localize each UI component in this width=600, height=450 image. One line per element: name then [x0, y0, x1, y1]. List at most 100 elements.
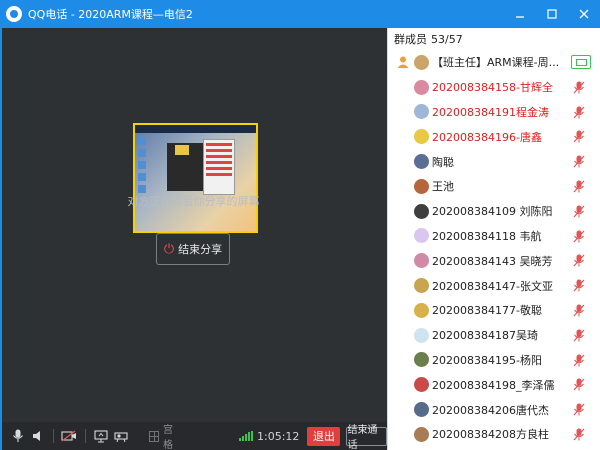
avatar: [414, 402, 429, 418]
microphone-icon: [13, 429, 24, 442]
mic-muted-icon: [573, 254, 585, 267]
avatar: [414, 54, 429, 70]
member-row[interactable]: 202008384206唐代杰: [388, 397, 600, 422]
member-row[interactable]: 202008384195-杨阳: [388, 348, 600, 373]
mic-muted-icon: [573, 106, 585, 119]
member-name: 202008384187吴琦: [432, 329, 538, 343]
avatar: [414, 79, 429, 95]
avatar: [414, 203, 429, 219]
member-list: 【班主任】ARM课程-周... 202008384158-甘辉全 202008384…: [388, 50, 600, 447]
member-row[interactable]: 王池: [388, 174, 600, 199]
member-panel-header: 群成员 53/57: [388, 28, 600, 50]
avatar: [414, 302, 429, 318]
member-name: 陶聪: [432, 155, 454, 169]
avatar: [414, 327, 429, 343]
grid-icon: [148, 430, 159, 442]
close-button[interactable]: [568, 0, 600, 28]
screen-share-preview[interactable]: [133, 123, 258, 233]
maximize-icon: [547, 9, 557, 19]
projector-button[interactable]: [111, 425, 131, 447]
member-row[interactable]: 202008384191程金涛: [388, 100, 600, 125]
member-name: 202008384143 吴晓芳: [432, 254, 553, 268]
member-name: 202008384147-张文亚: [432, 279, 553, 293]
preview-taskbar: [135, 125, 256, 133]
member-name: 202008384109 刘陈阳: [432, 205, 553, 219]
mic-muted-icon: [573, 304, 585, 317]
member-row[interactable]: 202008384208方良柱: [388, 422, 600, 447]
mic-muted-icon: [573, 329, 585, 342]
avatar: [414, 104, 429, 120]
member-name: 王池: [432, 180, 454, 194]
preview-window-yellow: [175, 145, 189, 155]
end-call-button[interactable]: 结束通话: [346, 425, 388, 450]
mic-muted-icon: [573, 81, 585, 94]
window-controls: [504, 0, 600, 28]
share-caption: 对方正在观看你分享的屏幕: [127, 195, 260, 208]
end-share-button[interactable]: ⏻ 结束分享: [156, 233, 230, 265]
member-name: 202008384177-敬聪: [432, 304, 542, 318]
mic-muted-icon: [573, 279, 585, 292]
member-row[interactable]: 202008384118 韦航: [388, 224, 600, 249]
signal-strength-icon: [239, 431, 254, 441]
member-row[interactable]: 202008384187吴琦: [388, 323, 600, 348]
screen-share-icon: [93, 429, 108, 442]
member-row[interactable]: 202008384147-张文亚: [388, 273, 600, 298]
member-row[interactable]: 202008384109 刘陈阳: [388, 199, 600, 224]
avatar: [414, 228, 429, 244]
avatar: [414, 253, 429, 269]
mic-muted-icon: [573, 428, 585, 441]
member-row[interactable]: 202008384177-敬聪: [388, 298, 600, 323]
member-panel-title: 群成员: [394, 33, 427, 46]
screen-sharing-icon: [571, 55, 591, 69]
grid-view-button[interactable]: 宫格: [148, 421, 181, 450]
mic-muted-icon: [573, 155, 585, 168]
avatar: [414, 426, 429, 442]
avatar: [414, 154, 429, 170]
camera-button[interactable]: [59, 425, 79, 447]
qq-logo-icon: [6, 6, 22, 22]
minimize-icon: [516, 16, 524, 18]
microphone-button[interactable]: [8, 425, 28, 447]
speaker-button[interactable]: [28, 425, 48, 447]
avatar: [414, 352, 429, 368]
member-name: 202008384191程金涛: [432, 105, 549, 119]
member-name: 202008384196-唐鑫: [432, 130, 542, 144]
member-row[interactable]: 202008384143 吴晓芳: [388, 248, 600, 273]
avatar: [414, 178, 429, 194]
preview-desktop-icons: [138, 137, 148, 197]
preview-window-light: [203, 139, 235, 195]
main-stage: [0, 28, 387, 422]
exit-button[interactable]: 退出: [307, 426, 341, 446]
mic-muted-icon: [573, 180, 585, 193]
avatar: [414, 129, 429, 145]
member-panel: 群成员 53/57 【班主任】ARM课程-周... 202008384158-甘辉…: [387, 28, 600, 450]
person-icon: [396, 55, 410, 69]
minimize-button[interactable]: [504, 0, 536, 28]
member-row[interactable]: 202008384196-唐鑫: [388, 124, 600, 149]
screen-share-button[interactable]: [90, 425, 110, 447]
window-title: QQ电话 - 2020ARM课程—电信2: [28, 8, 193, 21]
member-name: 202008384208方良柱: [432, 428, 549, 442]
maximize-button[interactable]: [536, 0, 568, 28]
power-icon: ⏻: [163, 241, 175, 257]
grid-label: 宫格: [162, 425, 173, 450]
member-row[interactable]: 【班主任】ARM课程-周...: [388, 50, 600, 75]
mic-muted-icon: [573, 205, 585, 218]
mic-muted-icon: [573, 354, 585, 367]
title-bar: QQ电话 - 2020ARM课程—电信2: [0, 0, 600, 28]
avatar: [414, 377, 429, 393]
toolbar-divider: [53, 429, 55, 443]
camera-off-icon: [61, 430, 77, 442]
mic-muted-icon: [573, 403, 585, 416]
member-row[interactable]: 202008384158-甘辉全: [388, 75, 600, 100]
projector-icon: [114, 431, 128, 442]
member-row[interactable]: 陶聪: [388, 149, 600, 174]
member-name: 202008384195-杨阳: [432, 353, 542, 367]
mic-muted-icon: [573, 130, 585, 143]
toolbar-divider: [84, 429, 86, 443]
call-timer: 1:05:12: [257, 429, 300, 443]
mic-muted-icon: [573, 378, 585, 391]
member-row[interactable]: 202008384198_李泽儒: [388, 372, 600, 397]
member-name: 202008384118 韦航: [432, 229, 542, 243]
speaker-icon: [33, 431, 41, 441]
